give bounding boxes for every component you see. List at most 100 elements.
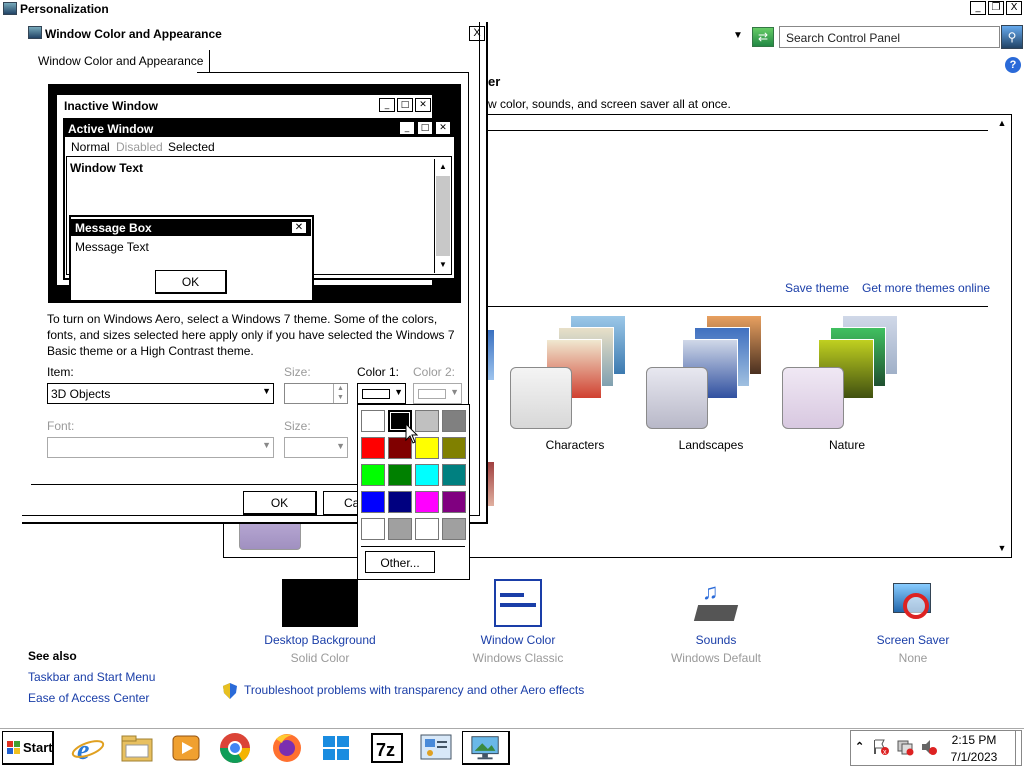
size-stepper[interactable]: ▲ ▼ [284,383,348,404]
font-select[interactable]: ▼ [47,437,274,458]
font-label: Font: [47,419,75,433]
troubleshoot-aero-link[interactable]: Troubleshoot problems with transparency … [244,683,584,697]
other-color-button[interactable]: Other... [365,551,435,573]
refresh-button[interactable]: ⇄ [752,27,774,47]
menu-normal[interactable]: Normal [71,140,110,154]
scroll-up-icon[interactable]: ▲ [436,160,450,174]
taskbar-start-menu-link[interactable]: Taskbar and Start Menu [28,670,155,684]
theme-landscapes[interactable]: Landscapes [646,315,766,455]
save-theme-link[interactable]: Save theme [785,281,849,295]
show-hidden-icons-icon[interactable]: ⌃ [855,740,864,753]
tab-divider [197,72,468,73]
option-sublabel: Windows Classic [472,651,564,665]
chevron-down-icon: ▼ [450,387,459,397]
chevron-down-icon: ▼ [262,386,271,396]
close-button[interactable]: X [1006,1,1022,15]
spinner-arrows-icon: ▲ ▼ [333,384,347,403]
color-swatch[interactable] [361,518,385,540]
color-swatch[interactable] [442,437,466,459]
color-swatch[interactable] [442,410,466,432]
get-more-themes-link[interactable]: Get more themes online [862,281,990,295]
themes-scroll-up-icon[interactable]: ▲ [996,118,1008,130]
font-size-select[interactable]: ▼ [284,437,348,458]
preview-ok-button[interactable]: OK [155,270,227,294]
dialog-close-button[interactable]: X [469,26,485,41]
color-swatch[interactable] [415,491,439,513]
network-icon[interactable] [896,738,914,756]
search-input[interactable]: Search Control Panel [779,26,1000,48]
color-swatch[interactable] [415,518,439,540]
theme-nature[interactable]: Nature [782,315,902,455]
color1-label: Color 1: [357,365,400,379]
color-swatch[interactable] [388,464,412,486]
sounds-option[interactable]: ♫ Sounds Windows Default [641,579,791,665]
media-player-icon[interactable] [167,731,205,765]
ease-of-access-link[interactable]: Ease of Access Center [28,691,149,705]
color-swatch[interactable] [442,491,466,513]
color-swatch[interactable] [388,491,412,513]
close-icon: ✕ [415,98,431,112]
color2-button[interactable]: ▼ [413,383,462,404]
windows-icon[interactable] [317,731,355,765]
color-swatch[interactable] [442,464,466,486]
window-color-option[interactable]: Window Color Windows Classic [443,579,593,665]
item-select[interactable]: 3D Objects ▼ [47,383,274,404]
page-heading-fragment: er [488,74,501,89]
size-label: Size: [284,365,311,379]
shield-icon [223,683,237,699]
option-label: Desktop Background [264,633,376,647]
themes-scroll-down-icon[interactable]: ▼ [996,543,1008,555]
ok-button[interactable]: OK [243,491,317,515]
menu-selected[interactable]: Selected [168,140,215,154]
chevron-down-icon: ▼ [262,440,271,450]
message-box-title: Message Box [75,221,152,235]
color-swatch[interactable] [361,437,385,459]
menu-disabled[interactable]: Disabled [116,140,163,154]
help-icon[interactable]: ? [1005,57,1021,73]
inactive-window-title: Inactive Window [64,99,158,113]
chrome-icon[interactable] [216,731,254,765]
mouse-cursor-icon [405,423,419,444]
personalization-taskbar-button[interactable] [462,731,510,765]
clock-time[interactable]: 2:15 PM [950,733,998,747]
file-explorer-icon[interactable] [118,731,156,765]
minimize-button[interactable]: _ [970,1,986,15]
theme-thumbnail-partial [488,330,494,380]
solid-black-swatch-icon [282,579,358,627]
theme-label: Nature [828,438,866,452]
control-panel-icon[interactable] [417,731,455,765]
screen-saver-option[interactable]: Screen Saver None [838,579,988,665]
color-swatch[interactable] [361,491,385,513]
color-swatch[interactable] [388,518,412,540]
theme-characters[interactable]: Characters [510,315,630,455]
close-icon: ✕ [291,221,307,234]
color-swatch[interactable] [415,464,439,486]
tab-window-color[interactable]: Window Color and Appearance [32,50,211,72]
close-icon: ✕ [435,121,451,135]
clock-date[interactable]: 7/1/2023 [950,750,998,764]
address-dropdown-arrow-icon[interactable]: ▼ [731,28,745,44]
color1-swatch [362,389,390,399]
svg-text:e: e [77,735,89,765]
minimize-icon: _ [379,98,395,112]
show-desktop-button[interactable] [1015,730,1023,766]
page-description-fragment: w color, sounds, and screen saver all at… [488,97,731,111]
restore-button[interactable]: ❐ [988,1,1004,15]
window-text-label: Window Text [70,161,143,175]
color-swatch[interactable] [442,518,466,540]
start-button[interactable]: Start [2,731,54,765]
7zip-icon[interactable]: 7z [368,731,406,765]
color-swatch[interactable] [361,410,385,432]
internet-explorer-icon[interactable]: e [69,731,107,766]
scrollbar-thumb[interactable] [436,176,450,256]
volume-muted-icon[interactable] [920,738,938,756]
scroll-down-icon[interactable]: ▼ [436,258,450,272]
item-label: Item: [47,365,74,379]
search-icon[interactable]: ⚲ [1001,25,1023,49]
desktop-background-option[interactable]: Desktop Background Solid Color [245,579,395,665]
color1-button[interactable]: ▼ [357,383,406,404]
main-window-title: Personalization [20,2,109,16]
firefox-icon[interactable] [268,731,306,765]
action-center-icon[interactable]: x [872,738,890,756]
color-swatch[interactable] [361,464,385,486]
